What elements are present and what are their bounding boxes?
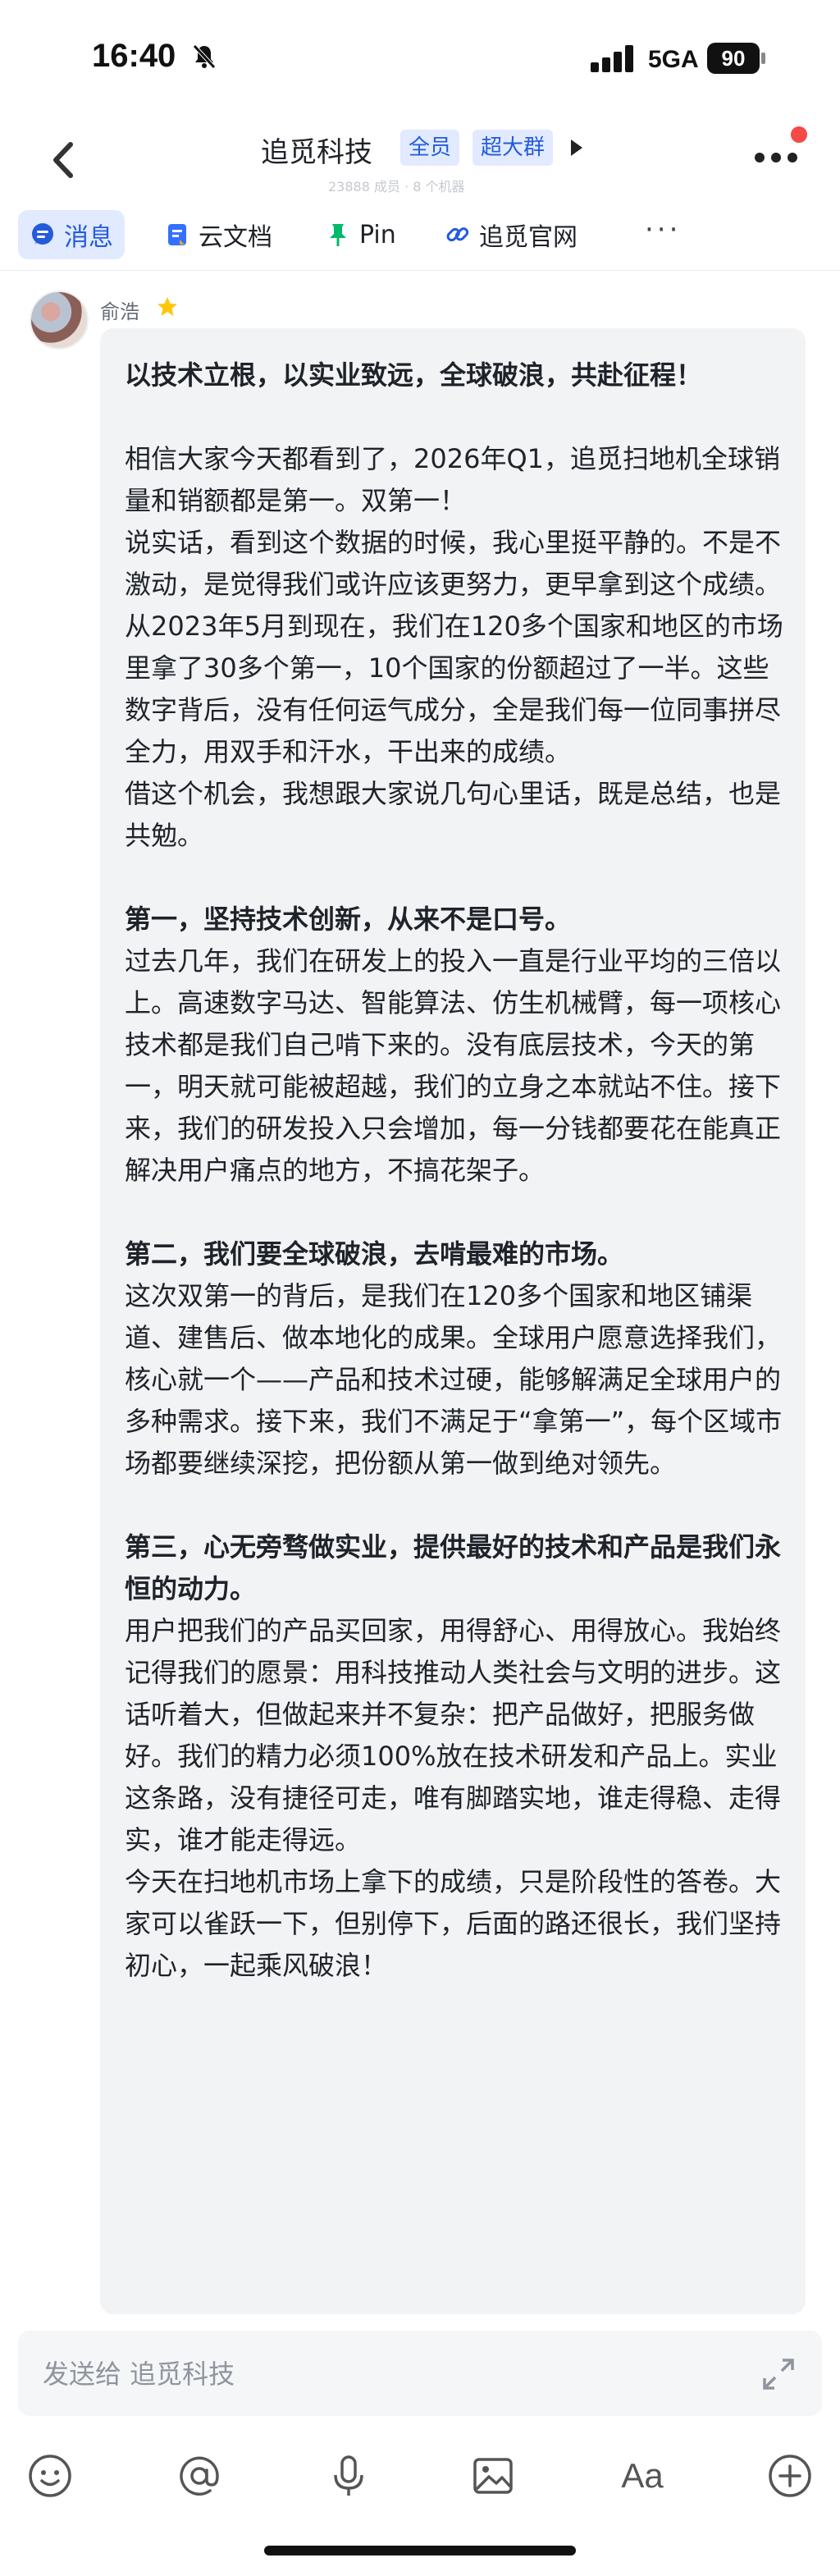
- image-icon[interactable]: [469, 2452, 517, 2500]
- home-indicator[interactable]: [264, 2546, 576, 2555]
- status-time: 16:40: [92, 38, 176, 74]
- message-input-placeholder: 发送给 追觅科技: [43, 2359, 235, 2390]
- back-arrow-icon[interactable]: [48, 140, 80, 181]
- message-paragraph: 相信大家今天都看到了，2026年Q1，追觅扫地机全球销量和销额都是第一。双第一！: [125, 443, 780, 516]
- battery-level: 90: [707, 43, 760, 74]
- tab-bar: 消息 云文档 Pin 追觅官网 ···: [0, 205, 840, 271]
- chat-subtitle: 23888 成员 · 8 个机器: [328, 179, 465, 194]
- sender-avatar[interactable]: [30, 291, 89, 350]
- chat-screen: 16:40 5GA 90 追觅科技 全员 超大群 23888 成员 · 8 个机…: [0, 0, 840, 2576]
- message-paragraph: 用户把我们的产品买回家，用得舒心、用得放心。我始终记得我们的愿景：用科技推动人类…: [125, 1615, 782, 1855]
- tab-pin[interactable]: Pin: [325, 210, 396, 259]
- message-paragraph: 今天在扫地机市场上拿下的成绩，只是阶段性的答卷。大家可以雀跃一下，但别停下，后面…: [125, 1866, 782, 1981]
- tab-label: 追觅官网: [479, 223, 578, 252]
- star-icon: [158, 297, 177, 316]
- expand-icon[interactable]: [760, 2355, 797, 2393]
- message-heading: 第一，坚持技术创新，从来不是口号。: [125, 904, 572, 935]
- message-paragraph: 这次双第一的背后，是我们在120多个国家和地区铺渠道、建售后、做本地化的成果。全…: [125, 1280, 783, 1479]
- chat-bubble-icon: [32, 223, 53, 245]
- tab-label: Pin: [359, 220, 396, 249]
- chat-title[interactable]: 追觅科技: [261, 130, 372, 170]
- link-icon: [446, 227, 469, 242]
- pin-icon: [330, 224, 346, 246]
- more-options-icon[interactable]: [755, 153, 801, 164]
- tab-label: 消息: [64, 223, 113, 252]
- message-input[interactable]: 发送给 追觅科技: [18, 2331, 822, 2416]
- expand-triangle-icon[interactable]: [569, 138, 584, 158]
- message-body: 以技术立根，以实业致远，全球破浪，共赴征程！ 相信大家今天都看到了，2026年Q…: [125, 355, 788, 1987]
- tab-more[interactable]: ···: [645, 205, 681, 254]
- message-heading: 第二，我们要全球破浪，去啃最难的市场。: [125, 1238, 624, 1270]
- font-icon[interactable]: Aa: [619, 2452, 666, 2500]
- all-members-badge: 全员: [400, 130, 460, 166]
- doc-icon: [168, 224, 186, 245]
- composer-toolbar: Aa: [0, 2437, 840, 2519]
- emoji-icon[interactable]: [26, 2452, 74, 2500]
- composer: 发送给 追觅科技 Aa: [0, 2331, 840, 2576]
- battery-icon: 90: [707, 43, 766, 74]
- message-paragraph: 说实话，看到这个数据的时候，我心里挺平静的。不是不激动，是觉得我们或许应该更努力…: [125, 527, 783, 767]
- message-paragraph: 以技术立根，以实业致远，全球破浪，共赴征程！: [125, 359, 703, 391]
- at-mention-icon[interactable]: [176, 2452, 223, 2500]
- notification-dot: [791, 126, 807, 143]
- status-bar: 16:40 5GA 90: [0, 0, 840, 115]
- network-type: 5GA: [648, 46, 699, 73]
- tab-cloud-docs[interactable]: 云文档: [164, 210, 272, 259]
- tab-label: 云文档: [199, 223, 272, 252]
- super-group-badge: 超大群: [472, 130, 554, 166]
- plus-icon[interactable]: [766, 2452, 814, 2500]
- tab-messages[interactable]: 消息: [18, 210, 125, 259]
- message-paragraph: 借这个机会，我想跟大家说几句心里话，既是总结，也是共勉。: [125, 778, 782, 851]
- message-paragraph: 过去几年，我们在研发上的投入一直是行业平均的三倍以上。高速数字马达、智能算法、仿…: [125, 945, 782, 1186]
- microphone-icon[interactable]: [325, 2452, 372, 2500]
- bell-mute-icon: [193, 44, 216, 69]
- message-heading: 第三，心无旁骛做实业，提供最好的技术和产品是我们永恒的动力。: [125, 1531, 782, 1604]
- cellular-signal-icon: [591, 44, 637, 72]
- tab-official-site[interactable]: 追觅官网: [445, 210, 578, 259]
- chat-header: 追觅科技 全员 超大群 23888 成员 · 8 个机器: [0, 115, 840, 205]
- sender-name[interactable]: 俞浩: [100, 295, 139, 324]
